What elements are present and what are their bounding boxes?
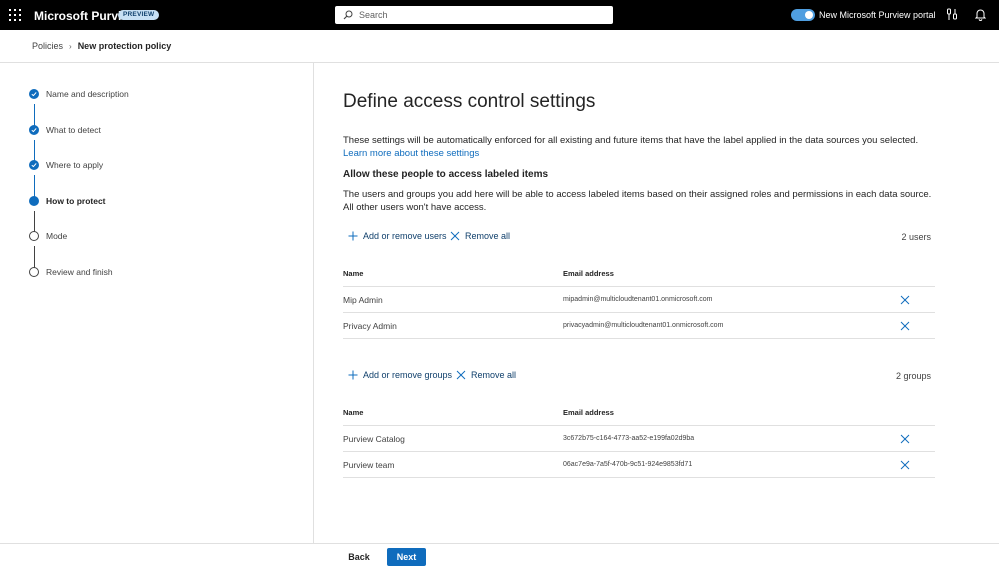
user-name: Mip Admin (343, 295, 383, 305)
remove-all-users-button[interactable]: Remove all (450, 231, 510, 241)
step-how-to-protect[interactable]: How to protect (29, 195, 106, 207)
column-header-email[interactable]: Email address (563, 408, 614, 417)
user-name: Privacy Admin (343, 321, 397, 331)
new-portal-toggle[interactable] (791, 9, 815, 21)
step-name-and-description[interactable]: Name and description (29, 88, 129, 100)
section-description-line: All other users won't have access. (343, 202, 487, 213)
user-email: privacyadmin@multicloudtenant01.onmicros… (563, 322, 724, 329)
add-icon (348, 370, 358, 380)
wizard-footer: Back Next (0, 543, 999, 570)
column-header-name[interactable]: Name (343, 269, 363, 278)
wizard-stepper: Name and description What to detect Wher… (0, 63, 314, 543)
page-title: Define access control settings (343, 91, 596, 112)
step-label: How to protect (46, 196, 106, 206)
add-remove-groups-button[interactable]: Add or remove groups (348, 370, 452, 380)
current-step-icon (29, 196, 39, 206)
breadcrumb-policies-link[interactable]: Policies (32, 41, 63, 51)
groups-table: Name Email address Purview Catalog 3c672… (343, 401, 935, 478)
users-table-header: Name Email address (343, 262, 935, 287)
add-icon (348, 231, 358, 241)
column-header-email[interactable]: Email address (563, 269, 614, 278)
table-row[interactable]: Privacy Admin privacyadmin@multicloudten… (343, 313, 935, 339)
groups-count: 2 groups (895, 371, 931, 381)
remove-row-icon[interactable] (900, 321, 910, 331)
next-button[interactable]: Next (387, 548, 426, 566)
dismiss-icon (456, 370, 466, 380)
add-remove-users-label: Add or remove users (363, 231, 447, 241)
bell-icon[interactable] (975, 8, 986, 21)
step-label: What to detect (46, 125, 101, 135)
step-label: Mode (46, 231, 68, 241)
preview-badge: PREVIEW (118, 10, 160, 20)
search-icon (343, 10, 353, 20)
table-row[interactable]: Purview Catalog 3c672b75-c164-4773-aa52-… (343, 426, 935, 452)
user-email: mipadmin@multicloudtenant01.onmicrosoft.… (563, 296, 713, 303)
group-name: Purview Catalog (343, 434, 405, 444)
step-review-and-finish: Review and finish (29, 266, 113, 278)
new-portal-toggle-label: New Microsoft Purview portal (819, 10, 936, 20)
remove-row-icon[interactable] (900, 295, 910, 305)
step-label: Where to apply (46, 160, 104, 170)
top-bar: Microsoft Purview PREVIEW New Microsoft … (0, 0, 999, 30)
group-name: Purview team (343, 460, 395, 470)
table-row[interactable]: Mip Admin mipadmin@multicloudtenant01.on… (343, 287, 935, 313)
chevron-right-icon: › (69, 41, 72, 51)
table-row[interactable]: Purview team 06ac7e9a-7a5f-470b-9c51-924… (343, 452, 935, 478)
checkmark-icon (29, 160, 39, 170)
step-label: Review and finish (46, 267, 113, 277)
breadcrumb-current: New protection policy (77, 41, 172, 51)
section-heading: Allow these people to access labeled ite… (343, 169, 549, 180)
users-table: Name Email address Mip Admin mipadmin@mu… (343, 262, 935, 339)
back-button[interactable]: Back (340, 548, 378, 566)
search-input[interactable] (359, 10, 589, 20)
step-where-to-apply[interactable]: Where to apply (29, 159, 103, 171)
breadcrumb: Policies › New protection policy (32, 41, 171, 51)
group-id: 3c672b75-c164-4773-aa52-e199fa02d9ba (563, 435, 695, 442)
add-remove-groups-label: Add or remove groups (363, 370, 453, 380)
checkmark-icon (29, 89, 39, 99)
main-panel: Define access control settings These set… (315, 63, 999, 543)
add-remove-users-button[interactable]: Add or remove users (348, 231, 447, 241)
users-count: 2 users (901, 232, 931, 242)
app-launcher-icon[interactable] (9, 9, 21, 21)
empty-circle-icon (29, 231, 39, 241)
groups-table-header: Name Email address (343, 401, 935, 426)
remove-all-groups-button[interactable]: Remove all (456, 370, 516, 380)
group-id: 06ac7e9a-7a5f-470b-9c51-924e9853fd71 (563, 461, 693, 468)
section-description: The users and groups you add here will b… (343, 188, 933, 214)
empty-circle-icon (29, 267, 39, 277)
intro-text: These settings will be automatically enf… (343, 135, 919, 146)
remove-all-users-label: Remove all (465, 231, 511, 241)
remove-row-icon[interactable] (900, 460, 910, 470)
settings-tool-icon[interactable] (946, 8, 958, 21)
step-label: Name and description (46, 89, 129, 99)
step-mode: Mode (29, 230, 67, 242)
dismiss-icon (450, 231, 460, 241)
remove-all-groups-label: Remove all (471, 370, 517, 380)
search-box[interactable] (335, 6, 613, 24)
learn-more-link[interactable]: Learn more about these settings (343, 148, 479, 159)
column-header-name[interactable]: Name (343, 408, 363, 417)
section-description-line: The users and groups you add here will b… (343, 189, 932, 200)
step-what-to-detect[interactable]: What to detect (29, 124, 101, 136)
checkmark-icon (29, 125, 39, 135)
remove-row-icon[interactable] (900, 434, 910, 444)
